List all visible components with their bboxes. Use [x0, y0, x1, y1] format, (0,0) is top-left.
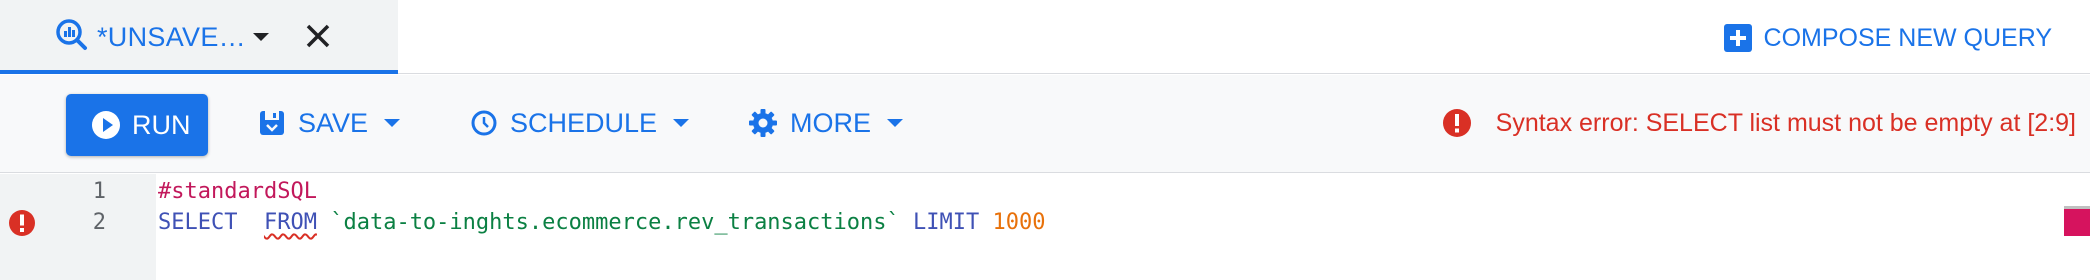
code-line[interactable]: SELECT FROM `data-to-inghts.ecommerce.re…	[158, 210, 1045, 235]
clock-icon	[471, 110, 497, 136]
add-box-icon	[1723, 24, 1752, 52]
run-button[interactable]: RUN	[66, 94, 208, 156]
schedule-label: SCHEDULE	[510, 107, 658, 138]
sql-comment: #standardSQL	[158, 179, 317, 204]
schedule-button[interactable]: SCHEDULE	[470, 105, 690, 141]
caret-down-icon[interactable]	[253, 33, 269, 41]
more-label: MORE	[790, 107, 871, 138]
error-overview-marker[interactable]	[2064, 206, 2090, 236]
error-icon	[1442, 109, 1471, 137]
caret-down-icon	[384, 119, 401, 127]
sql-keyword-limit: LIMIT	[913, 210, 980, 235]
close-icon[interactable]	[300, 18, 336, 54]
save-label: SAVE	[298, 107, 369, 138]
error-text: Syntax error: SELECT list must not be em…	[1495, 108, 2076, 137]
query-toolbar: RUN SAVE SCHEDULE MORE Syntax error: SEL…	[0, 75, 2090, 173]
caret-down-icon	[673, 119, 690, 127]
code-line[interactable]: #standardSQL	[158, 179, 317, 204]
save-icon	[260, 111, 284, 135]
line-number-gutter: 1 2	[0, 174, 156, 280]
line-number: 2	[92, 210, 106, 235]
tab-unsaved-query[interactable]: *UNSAVE…	[0, 0, 398, 74]
tab-bar: *UNSAVE… COMPOSE NEW QUERY	[0, 0, 2090, 74]
error-icon	[9, 210, 35, 236]
sql-keyword-select: SELECT	[158, 210, 238, 235]
line-number: 1	[92, 179, 106, 204]
more-button[interactable]: MORE	[748, 105, 903, 141]
sql-editor[interactable]: 1 2 #standardSQL SELECT FROM `data-to-in…	[0, 174, 2090, 280]
sql-keyword-from: FROM	[263, 210, 317, 235]
query-icon	[56, 19, 87, 50]
syntax-error-message: Syntax error: SELECT list must not be em…	[1442, 105, 2076, 141]
tab-label: *UNSAVE…	[97, 22, 246, 52]
compose-new-query-button[interactable]: COMPOSE NEW QUERY	[1723, 20, 2052, 56]
caret-down-icon	[887, 119, 903, 127]
sql-limit-value: 1000	[992, 210, 1046, 235]
save-button[interactable]: SAVE	[258, 105, 401, 141]
compose-label: COMPOSE NEW QUERY	[1763, 23, 2052, 52]
sql-table-name: `data-to-inghts.ecommerce.rev_transactio…	[330, 210, 900, 235]
play-circle-icon	[92, 111, 120, 139]
gear-icon	[749, 109, 777, 137]
run-label: RUN	[132, 109, 191, 140]
